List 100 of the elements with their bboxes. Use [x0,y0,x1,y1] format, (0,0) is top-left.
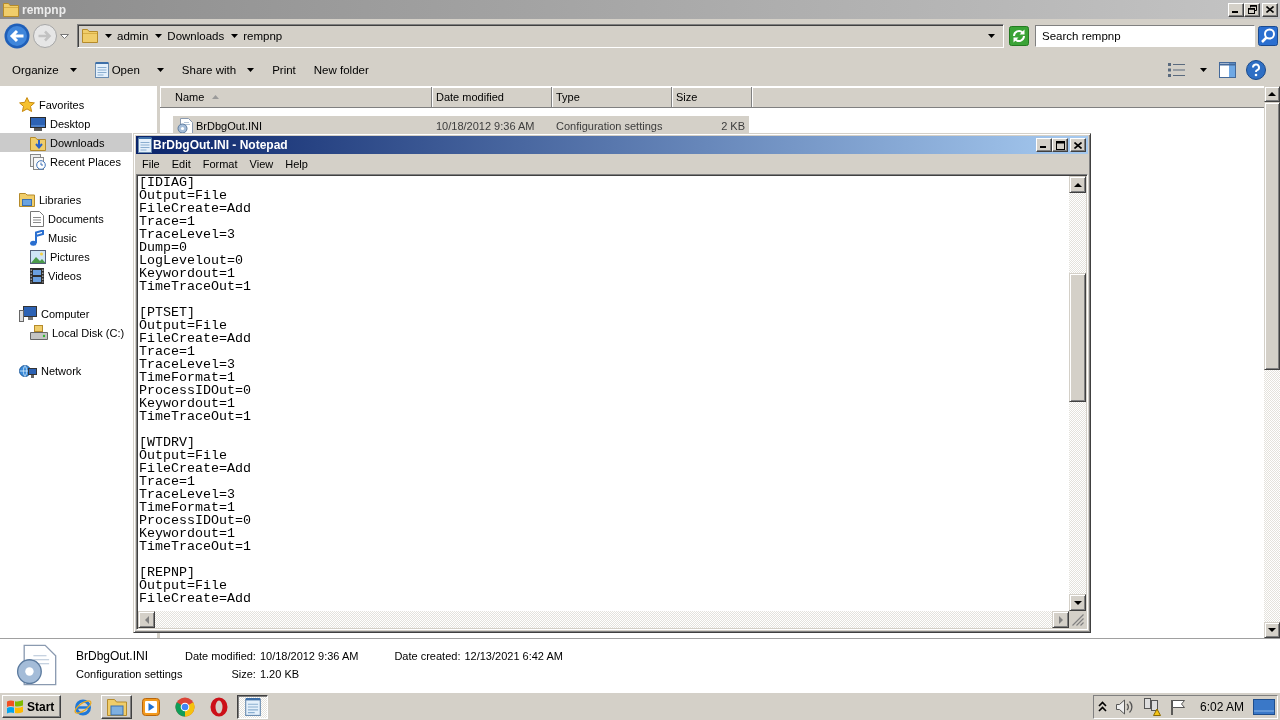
toolbar-button[interactable]: Print [266,57,302,82]
window-title: BrDbgOut.INI - Notepad [153,138,289,152]
toolbar-button[interactable]: Open [88,57,170,82]
column-header[interactable]: Size [672,87,752,108]
drive-icon [30,325,48,340]
clock[interactable]: 6:02 AM [1199,699,1244,714]
address-bar[interactable]: admin Downloads rempnp [77,24,1004,48]
close-button[interactable] [1070,138,1086,152]
sort-arrow-icon [212,95,220,99]
minimize-icon [1232,10,1238,13]
caret-icon[interactable] [231,34,239,38]
maximize-button[interactable] [1052,138,1068,152]
window-title: rempnp [22,2,67,17]
nav-item[interactable]: Videos [0,266,132,285]
caret-icon[interactable] [69,67,77,72]
ring-icon [209,696,228,717]
menu-item[interactable]: View [243,157,280,170]
nav-item[interactable]: Recent Places [0,152,132,171]
caret-icon[interactable] [156,67,164,72]
vertical-scrollbar[interactable] [1264,86,1280,638]
folder-icon [82,29,98,43]
network-warning-icon[interactable] [1142,697,1161,716]
preview-pane-icon[interactable] [1219,61,1236,78]
caret-icon[interactable] [247,67,255,72]
breadcrumb-item[interactable]: Downloads [167,30,225,42]
property-value: 12/13/2021 6:42 AM [464,649,563,663]
monitor-icon [30,116,46,131]
file-type: Configuration settings [76,667,184,681]
download-folder-icon [30,134,46,151]
column-header[interactable]: Date modified [432,87,552,108]
help-icon[interactable] [1246,59,1266,80]
list-view-icon[interactable] [1168,62,1185,77]
caret-icon[interactable] [155,34,163,38]
toolbar-button[interactable]: Organize [6,57,83,82]
property-label: Size: [230,667,256,681]
taskbar-button[interactable] [237,694,269,719]
speaker-icon[interactable] [1115,698,1134,715]
restore-icon [1247,5,1257,14]
document-icon [30,210,44,227]
property-label: Date created: [394,649,461,663]
chevron-up-icon[interactable] [1097,701,1107,712]
nav-item[interactable]: Music [0,228,132,247]
nav-item[interactable]: Desktop [0,114,132,133]
nav-item[interactable]: Network [0,361,132,380]
horizontal-scrollbar[interactable] [138,611,1069,628]
nav-item[interactable]: Favorites [0,95,132,114]
nav-item[interactable]: Libraries [0,190,132,209]
menu-item[interactable]: Format [196,157,244,170]
music-note-icon [30,229,44,246]
minimize-button[interactable] [1036,138,1052,152]
caret-icon[interactable] [988,34,995,38]
windows-logo-icon [6,698,24,715]
file-name: BrDbgOut.INI [196,119,263,132]
nav-item[interactable]: Downloads [0,133,132,152]
toolbar-button[interactable]: New folder [307,57,375,82]
picture-icon [30,249,46,264]
column-header[interactable]: Name [160,87,432,108]
file-size: 2 KB [721,119,745,132]
notepad-icon [138,137,152,153]
recent-places-icon [30,153,46,170]
file-date: 10/18/2012 9:36 AM [436,119,535,132]
search-icon[interactable] [1258,26,1278,46]
nav-item[interactable]: Computer [0,304,132,323]
toolbar-button[interactable]: Share with [175,57,261,82]
back-arrow-icon[interactable] [4,23,30,49]
close-icon [1074,141,1082,149]
show-desktop-icon[interactable] [1253,698,1275,715]
file-name: BrDbgOut.INI [76,649,150,663]
flag-icon[interactable] [1169,698,1186,715]
settings-file-icon [177,117,193,134]
settings-file-icon [15,644,57,686]
nav-item[interactable]: Local Disk (C:) [0,323,132,342]
play-icon [141,697,160,716]
menu-item[interactable]: Help [279,157,314,170]
menu-item[interactable]: File [136,157,166,170]
breadcrumb-item[interactable]: admin [117,30,149,42]
caret-icon[interactable] [105,34,112,38]
computer-icon [19,305,37,322]
search-field[interactable]: Search rempnp [1035,25,1255,47]
property-value: 10/18/2012 9:36 AM [259,649,359,663]
refresh-icon[interactable] [1009,26,1029,46]
column-header[interactable]: Type [552,87,672,108]
folder-icon [3,2,19,17]
maximize-icon [1055,140,1065,150]
nav-item[interactable]: Pictures [0,247,132,266]
caret-icon[interactable] [1200,67,1207,72]
minimize-icon [1040,146,1046,148]
file-type: Configuration settings [556,119,663,132]
close-icon [1266,6,1274,13]
notepad-icon [94,61,109,78]
start-button[interactable]: Start [2,695,62,718]
vertical-scrollbar[interactable] [1069,176,1086,611]
size-grip-icon[interactable] [1072,614,1084,626]
library-icon [19,192,35,207]
film-icon [30,267,44,284]
breadcrumb-item[interactable]: rempnp [243,30,283,42]
text-editor[interactable]: [IDIAG] Output=File FileCreate=Add Trace=1 TraceLevel=3 Dump=0 LogLevelout=0 Keywordout=1 TimeTraceOut=1 [PTSET] Output=File FileCreate=Add Trace=1 TraceLevel=3 TimeFormat=1 ProcessIDOut=0 Keywordout=1 TimeTraceOut=1 [WTDRV] Output=File FileCreate=Add Trace=1 TraceLevel=3 TimeFormat=1 ProcessIDOut=0 Keywordout=1 TimeTraceOut=1 [REPNP] Output=File FileCreate=Add [138,176,1069,611]
nav-item[interactable]: Documents [0,209,132,228]
menu-item[interactable]: Edit [165,157,197,170]
folder-icon [106,697,127,716]
